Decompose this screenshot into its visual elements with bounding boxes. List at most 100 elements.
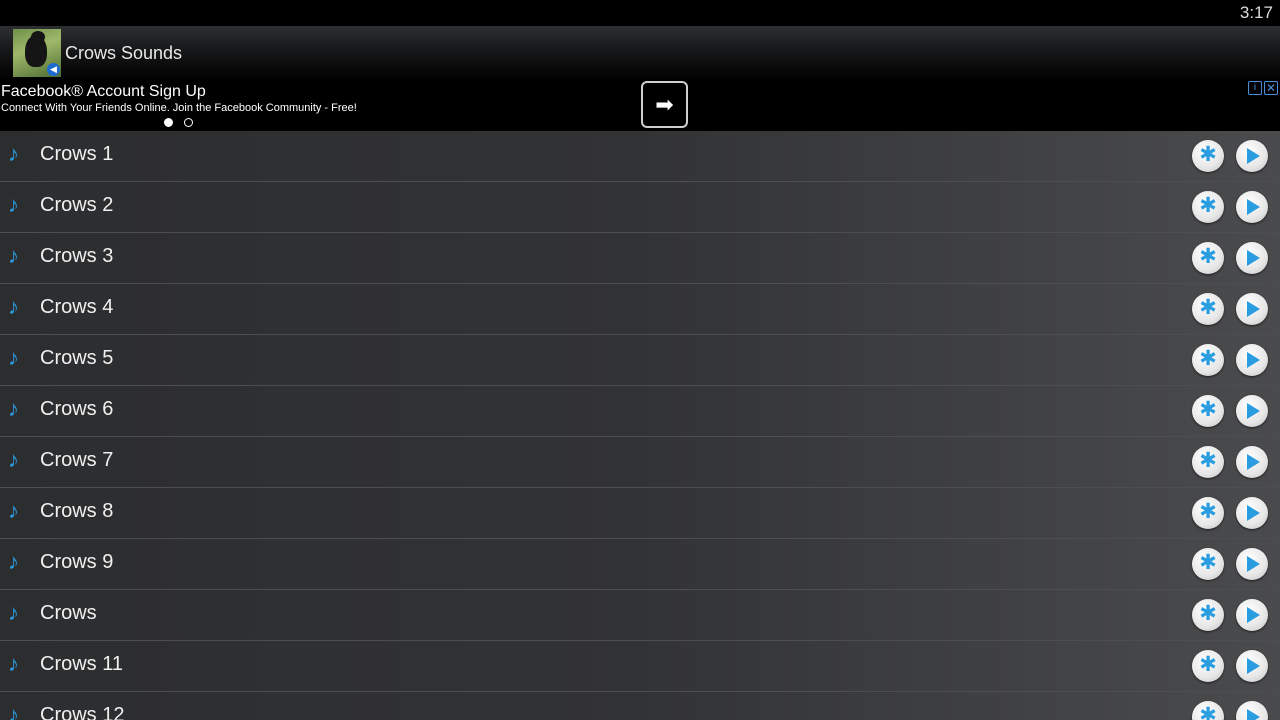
ad-subtitle[interactable]: Connect With Your Friends Online. Join t…	[1, 102, 357, 114]
music-note-icon: ♪	[8, 294, 19, 319]
list-item[interactable]: ♪ Crows 1 ✱	[0, 131, 1280, 182]
play-icon	[1247, 556, 1260, 572]
play-button[interactable]	[1236, 293, 1268, 325]
sound-label[interactable]: Crows 7	[40, 449, 113, 472]
list-item[interactable]: ♪ Crows 4 ✱	[0, 284, 1280, 335]
sound-label[interactable]: Crows 2	[40, 194, 113, 217]
gear-icon: ✱	[1199, 551, 1217, 574]
gear-icon: ✱	[1199, 602, 1217, 625]
music-note-icon: ♪	[8, 498, 19, 523]
settings-button[interactable]: ✱	[1192, 293, 1224, 325]
sound-label[interactable]: Crows 1	[40, 143, 113, 166]
music-note-icon: ♪	[8, 447, 19, 472]
sound-label[interactable]: Crows 4	[40, 296, 113, 319]
ad-page-dot-1	[164, 118, 173, 127]
play-button[interactable]	[1236, 650, 1268, 682]
play-icon	[1247, 301, 1260, 317]
list-item[interactable]: ♪ Crows ✱	[0, 590, 1280, 641]
list-item[interactable]: ♪ Crows 11 ✱	[0, 641, 1280, 692]
play-icon	[1247, 454, 1260, 470]
ad-info-icon[interactable]: i	[1248, 81, 1262, 95]
gear-icon: ✱	[1199, 704, 1217, 720]
music-note-icon: ♪	[8, 243, 19, 268]
settings-button[interactable]: ✱	[1192, 446, 1224, 478]
list-item[interactable]: ♪ Crows 9 ✱	[0, 539, 1280, 590]
play-icon	[1247, 505, 1260, 521]
settings-button[interactable]: ✱	[1192, 599, 1224, 631]
gear-icon: ✱	[1199, 296, 1217, 319]
play-button[interactable]	[1236, 599, 1268, 631]
gear-icon: ✱	[1199, 500, 1217, 523]
list-item[interactable]: ♪ Crows 6 ✱	[0, 386, 1280, 437]
settings-button[interactable]: ✱	[1192, 140, 1224, 172]
sound-label[interactable]: Crows	[40, 602, 97, 625]
music-note-icon: ♪	[8, 345, 19, 370]
gear-icon: ✱	[1199, 143, 1217, 166]
music-note-icon: ♪	[8, 600, 19, 625]
gear-icon: ✱	[1199, 653, 1217, 676]
settings-button[interactable]: ✱	[1192, 650, 1224, 682]
play-button[interactable]	[1236, 191, 1268, 223]
crow-head-shape	[31, 31, 45, 43]
action-bar: ◀ Crows Sounds	[0, 26, 1280, 81]
settings-button[interactable]: ✱	[1192, 395, 1224, 427]
play-icon	[1247, 199, 1260, 215]
play-icon	[1247, 709, 1260, 720]
music-note-icon: ♪	[8, 192, 19, 217]
list-item[interactable]: ♪ Crows 3 ✱	[0, 233, 1280, 284]
play-icon	[1247, 658, 1260, 674]
music-note-icon: ♪	[8, 549, 19, 574]
play-icon	[1247, 352, 1260, 368]
gear-icon: ✱	[1199, 449, 1217, 472]
sound-label[interactable]: Crows 3	[40, 245, 113, 268]
play-button[interactable]	[1236, 242, 1268, 274]
ad-banner[interactable]: Facebook® Account Sign Up Connect With Y…	[0, 81, 1280, 131]
app-title: Crows Sounds	[65, 43, 183, 63]
settings-button[interactable]: ✱	[1192, 548, 1224, 580]
status-bar: 3:17	[0, 0, 1280, 26]
music-note-icon: ♪	[8, 396, 19, 421]
play-button[interactable]	[1236, 497, 1268, 529]
sound-label[interactable]: Crows 6	[40, 398, 113, 421]
play-button[interactable]	[1236, 344, 1268, 376]
music-note-icon: ♪	[8, 651, 19, 676]
app-icon[interactable]: ◀	[13, 29, 61, 77]
ad-title[interactable]: Facebook® Account Sign Up	[1, 83, 206, 101]
settings-button[interactable]: ✱	[1192, 191, 1224, 223]
list-item[interactable]: ♪ Crows 7 ✱	[0, 437, 1280, 488]
gear-icon: ✱	[1199, 398, 1217, 421]
sound-label[interactable]: Crows 9	[40, 551, 113, 574]
list-item[interactable]: ♪ Crows 2 ✱	[0, 182, 1280, 233]
play-icon	[1247, 148, 1260, 164]
sound-label[interactable]: Crows 12	[40, 704, 124, 720]
speaker-badge-icon: ◀	[47, 63, 60, 76]
play-icon	[1247, 250, 1260, 266]
play-button[interactable]	[1236, 548, 1268, 580]
music-note-icon: ♪	[8, 702, 19, 720]
play-button[interactable]	[1236, 395, 1268, 427]
play-button[interactable]	[1236, 140, 1268, 172]
gear-icon: ✱	[1199, 347, 1217, 370]
music-note-icon: ♪	[8, 141, 19, 166]
gear-icon: ✱	[1199, 245, 1217, 268]
sound-list[interactable]: ♪ Crows 1 ✱ ♪ Crows 2 ✱ ♪ Crows 3 ✱ ♪ Crows 4 ✱ ♪ Cro…	[0, 131, 1280, 720]
status-clock: 3:17	[1239, 3, 1273, 22]
list-item[interactable]: ♪ Crows 8 ✱	[0, 488, 1280, 539]
settings-button[interactable]: ✱	[1192, 701, 1224, 720]
play-icon	[1247, 403, 1260, 419]
settings-button[interactable]: ✱	[1192, 242, 1224, 274]
play-button[interactable]	[1236, 701, 1268, 720]
sound-label[interactable]: Crows 8	[40, 500, 113, 523]
ad-page-dot-2	[184, 118, 193, 127]
settings-button[interactable]: ✱	[1192, 344, 1224, 376]
ad-close-icon[interactable]: ✕	[1264, 81, 1278, 95]
gear-icon: ✱	[1199, 194, 1217, 217]
sound-label[interactable]: Crows 11	[40, 653, 123, 676]
list-item[interactable]: ♪ Crows 12 ✱	[0, 692, 1280, 720]
ad-go-button[interactable]: ➡	[641, 81, 688, 128]
play-button[interactable]	[1236, 446, 1268, 478]
play-icon	[1247, 607, 1260, 623]
sound-label[interactable]: Crows 5	[40, 347, 113, 370]
list-item[interactable]: ♪ Crows 5 ✱	[0, 335, 1280, 386]
settings-button[interactable]: ✱	[1192, 497, 1224, 529]
